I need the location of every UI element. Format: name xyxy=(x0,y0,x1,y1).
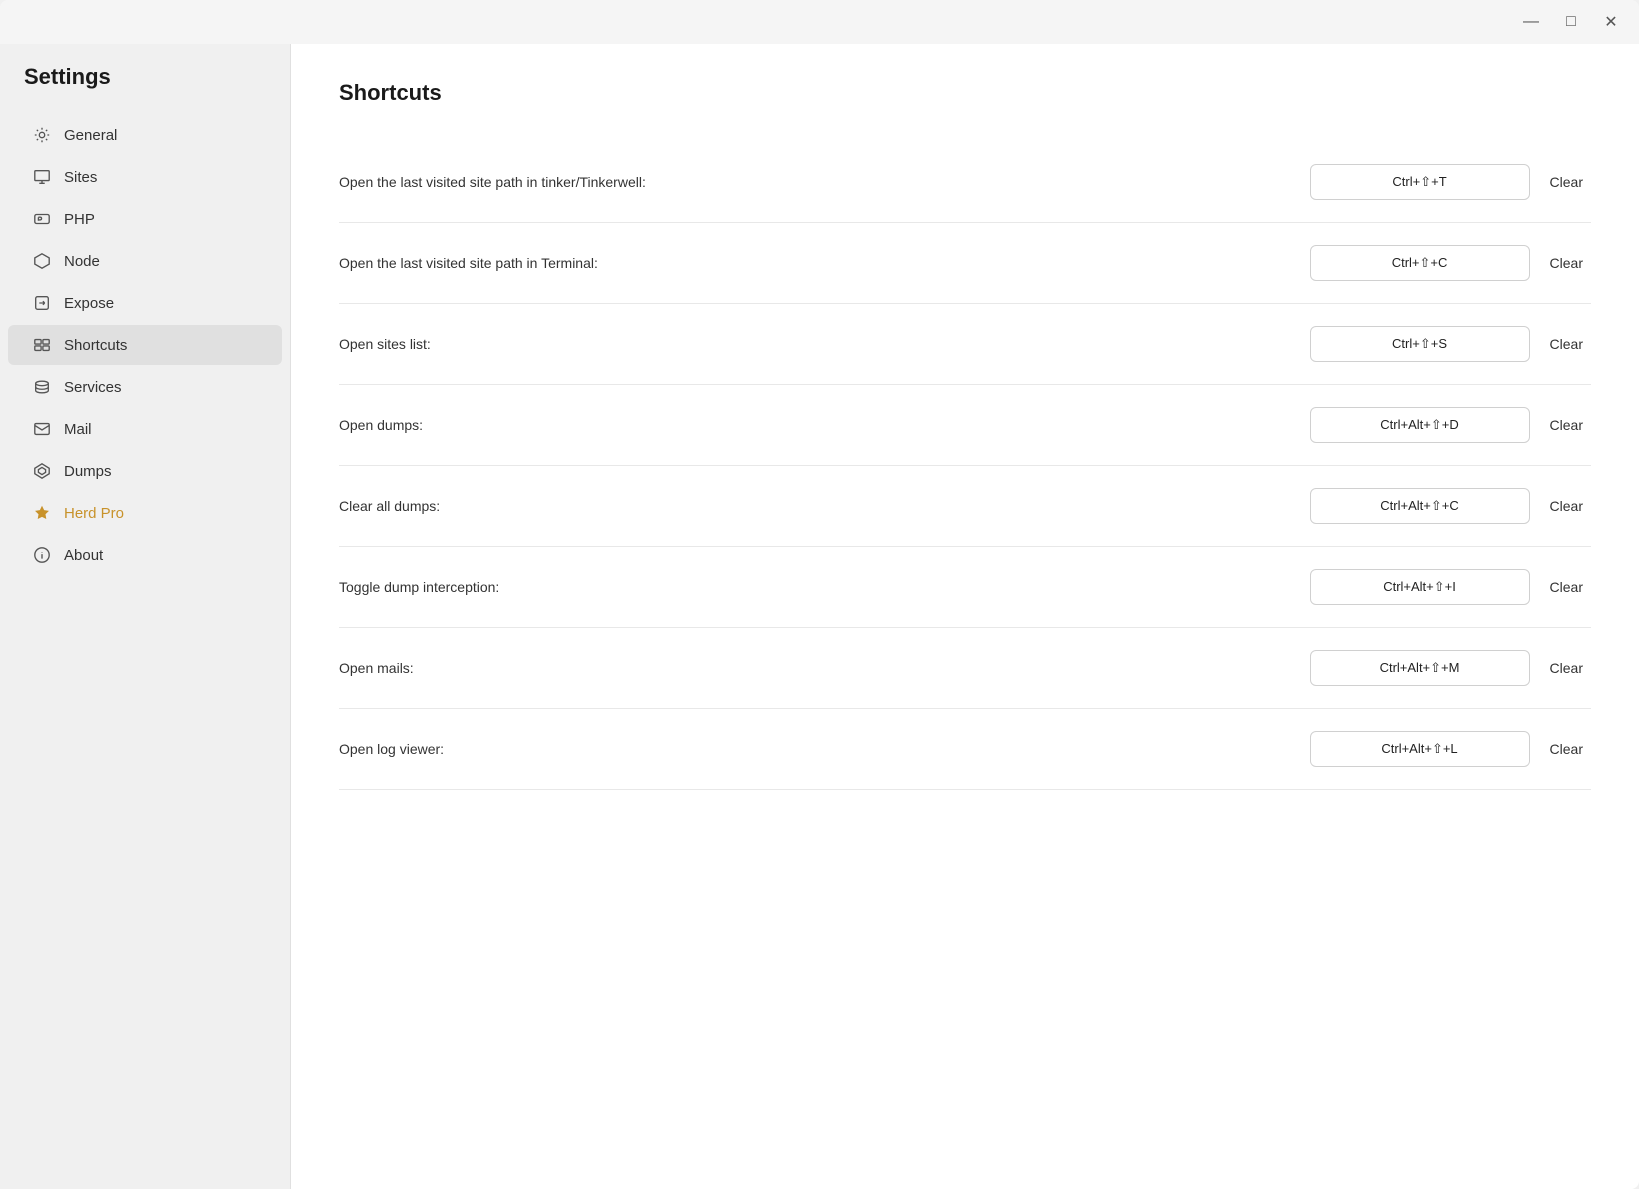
shortcut-row: Open mails: Ctrl+Alt+⇧+M Clear xyxy=(339,628,1591,709)
shortcut-right-sites-list: Ctrl+⇧+S Clear xyxy=(1310,326,1591,362)
star-icon xyxy=(32,503,52,523)
shortcut-keybinding-open-dumps[interactable]: Ctrl+Alt+⇧+D xyxy=(1310,407,1530,443)
clear-button-clear-dumps[interactable]: Clear xyxy=(1542,494,1591,518)
shortcut-keybinding-terminal[interactable]: Ctrl+⇧+C xyxy=(1310,245,1530,281)
minimize-button[interactable]: — xyxy=(1519,10,1543,34)
shortcut-label-open-mails: Open mails: xyxy=(339,660,414,676)
sidebar-item-services-label: Services xyxy=(64,379,122,396)
sidebar-item-dumps[interactable]: Dumps xyxy=(8,451,282,491)
clear-button-open-log[interactable]: Clear xyxy=(1542,737,1591,761)
sidebar-item-mail-label: Mail xyxy=(64,421,92,438)
shortcut-keybinding-open-mails[interactable]: Ctrl+Alt+⇧+M xyxy=(1310,650,1530,686)
sidebar-item-expose-label: Expose xyxy=(64,295,114,312)
shortcut-right-clear-dumps: Ctrl+Alt+⇧+C Clear xyxy=(1310,488,1591,524)
sidebar-item-node[interactable]: Node xyxy=(8,241,282,281)
sidebar-item-general[interactable]: General xyxy=(8,115,282,155)
clear-button-terminal[interactable]: Clear xyxy=(1542,251,1591,275)
sidebar-title: Settings xyxy=(0,64,290,114)
sidebar-item-services[interactable]: Services xyxy=(8,367,282,407)
shortcut-right-open-dumps: Ctrl+Alt+⇧+D Clear xyxy=(1310,407,1591,443)
main-content: Settings General xyxy=(0,44,1639,1189)
shortcut-right-tinker: Ctrl+⇧+T Clear xyxy=(1310,164,1591,200)
shortcut-keybinding-open-log[interactable]: Ctrl+Alt+⇧+L xyxy=(1310,731,1530,767)
content-area: Shortcuts Open the last visited site pat… xyxy=(290,44,1639,1189)
shortcut-label-open-log: Open log viewer: xyxy=(339,741,444,757)
close-button[interactable]: ✕ xyxy=(1599,10,1623,34)
page-title: Shortcuts xyxy=(339,80,1591,106)
clear-button-tinker[interactable]: Clear xyxy=(1542,170,1591,194)
info-icon xyxy=(32,545,52,565)
sidebar-item-mail[interactable]: Mail xyxy=(8,409,282,449)
sidebar-item-herd-pro-label: Herd Pro xyxy=(64,505,124,522)
sidebar-item-shortcuts[interactable]: Shortcuts xyxy=(8,325,282,365)
shortcut-keybinding-sites-list[interactable]: Ctrl+⇧+S xyxy=(1310,326,1530,362)
sidebar-item-php-label: PHP xyxy=(64,211,95,228)
sidebar-item-sites-label: Sites xyxy=(64,169,97,186)
shortcut-row: Open sites list: Ctrl+⇧+S Clear xyxy=(339,304,1591,385)
shortcut-row: Open the last visited site path in tinke… xyxy=(339,142,1591,223)
sidebar-item-about[interactable]: About xyxy=(8,535,282,575)
sidebar-item-about-label: About xyxy=(64,547,103,564)
dumps-icon xyxy=(32,461,52,481)
shortcut-keybinding-clear-dumps[interactable]: Ctrl+Alt+⇧+C xyxy=(1310,488,1530,524)
monitor-icon xyxy=(32,167,52,187)
services-icon xyxy=(32,377,52,397)
shortcut-row: Open dumps: Ctrl+Alt+⇧+D Clear xyxy=(339,385,1591,466)
sidebar-item-general-label: General xyxy=(64,127,117,144)
expose-icon xyxy=(32,293,52,313)
shortcut-right-toggle-interception: Ctrl+Alt+⇧+I Clear xyxy=(1310,569,1591,605)
sidebar-item-dumps-label: Dumps xyxy=(64,463,112,480)
shortcut-label-tinker: Open the last visited site path in tinke… xyxy=(339,174,646,190)
clear-button-open-dumps[interactable]: Clear xyxy=(1542,413,1591,437)
clear-button-sites-list[interactable]: Clear xyxy=(1542,332,1591,356)
sidebar-item-node-label: Node xyxy=(64,253,100,270)
shortcut-row: Clear all dumps: Ctrl+Alt+⇧+C Clear xyxy=(339,466,1591,547)
shortcut-keybinding-tinker[interactable]: Ctrl+⇧+T xyxy=(1310,164,1530,200)
clear-button-toggle-interception[interactable]: Clear xyxy=(1542,575,1591,599)
sidebar-item-php[interactable]: PHP xyxy=(8,199,282,239)
clear-button-open-mails[interactable]: Clear xyxy=(1542,656,1591,680)
maximize-button[interactable]: □ xyxy=(1559,10,1583,34)
sidebar-item-expose[interactable]: Expose xyxy=(8,283,282,323)
shortcut-right-open-mails: Ctrl+Alt+⇧+M Clear xyxy=(1310,650,1591,686)
shortcut-right-open-log: Ctrl+Alt+⇧+L Clear xyxy=(1310,731,1591,767)
shortcut-label-open-dumps: Open dumps: xyxy=(339,417,423,433)
mail-icon xyxy=(32,419,52,439)
shortcut-keybinding-toggle-interception[interactable]: Ctrl+Alt+⇧+I xyxy=(1310,569,1530,605)
sidebar-item-sites[interactable]: Sites xyxy=(8,157,282,197)
shortcut-row: Toggle dump interception: Ctrl+Alt+⇧+I Cle… xyxy=(339,547,1591,628)
node-icon xyxy=(32,251,52,271)
sidebar-item-shortcuts-label: Shortcuts xyxy=(64,337,127,354)
php-icon xyxy=(32,209,52,229)
shortcut-label-toggle-interception: Toggle dump interception: xyxy=(339,579,499,595)
sidebar: Settings General xyxy=(0,44,290,1189)
shortcut-row: Open log viewer: Ctrl+Alt+⇧+L Clear xyxy=(339,709,1591,790)
gear-icon xyxy=(32,125,52,145)
title-bar: — □ ✕ xyxy=(0,0,1639,44)
settings-window: — □ ✕ Settings General xyxy=(0,0,1639,1189)
shortcut-label-clear-dumps: Clear all dumps: xyxy=(339,498,440,514)
shortcut-label-terminal: Open the last visited site path in Termi… xyxy=(339,255,598,271)
sidebar-item-herd-pro[interactable]: Herd Pro xyxy=(8,493,282,533)
shortcut-row: Open the last visited site path in Termi… xyxy=(339,223,1591,304)
shortcuts-list: Open the last visited site path in tinke… xyxy=(339,142,1591,790)
shortcut-right-terminal: Ctrl+⇧+C Clear xyxy=(1310,245,1591,281)
shortcuts-icon xyxy=(32,335,52,355)
shortcut-label-sites-list: Open sites list: xyxy=(339,336,431,352)
